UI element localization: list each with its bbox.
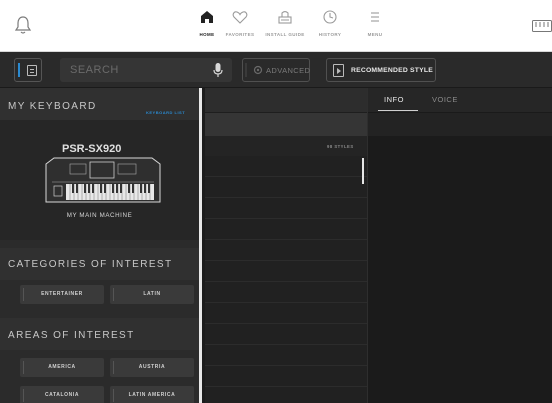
area-chip-america[interactable]: AMERICA (20, 358, 104, 377)
detail-subheader (368, 112, 552, 136)
nav-menu-label: MENU (367, 32, 383, 37)
category-chip-label: LATIN (143, 291, 161, 297)
category-chip-entertainer[interactable]: ENTERTAINER (20, 285, 104, 304)
search-input[interactable] (70, 62, 210, 78)
style-list-subheader (205, 112, 367, 136)
search-field-container (60, 58, 232, 82)
recommended-style-label: RECOMMENDED STYLE (351, 67, 433, 74)
nav-menu[interactable]: MENU (345, 8, 405, 37)
area-chip-label: AMERICA (48, 364, 76, 370)
area-chip-label: LATIN AMERICA (128, 392, 176, 398)
style-list-scrollbar[interactable] (362, 158, 364, 184)
heart-icon (232, 11, 248, 24)
my-main-machine-label: MY MAIN MACHINE (66, 212, 133, 219)
areas-title: AREAS OF INTEREST (8, 330, 135, 341)
style-list-rows[interactable] (205, 156, 367, 403)
microphone-icon[interactable] (212, 62, 224, 78)
categories-title: CATEGORIES OF INTEREST (8, 259, 173, 270)
area-chip-austria[interactable]: AUSTRIA (110, 358, 194, 377)
keyboard-list-link[interactable]: KEYBOARD LIST (146, 110, 185, 115)
sidebar-toggle-button[interactable] (14, 58, 42, 82)
menu-icon (371, 12, 379, 22)
clock-icon (323, 10, 337, 24)
active-tab-indicator (378, 110, 418, 111)
style-list-header (205, 88, 367, 112)
recommended-style-icon (333, 64, 344, 77)
area-chip-label: AUSTRIA (138, 364, 166, 370)
area-chip-catalonia[interactable]: CATALONIA (20, 386, 104, 403)
keyboard-illustration: PSR-SX920 (45, 143, 161, 203)
document-icon (27, 65, 37, 76)
advanced-search-label: ADVANCED (266, 66, 311, 75)
styles-count-label: 98 STYLES (327, 144, 354, 149)
style-detail-panel: INFO VOICE (367, 88, 552, 403)
top-navigation-bar: HOME FAVORITES INSTALL GUIDE HISTORY MEN… (0, 0, 552, 52)
area-chip-latin-america[interactable]: LATIN AMERICA (110, 386, 194, 403)
keyboard-icon[interactable] (532, 20, 552, 32)
style-list-panel (205, 88, 367, 403)
keyboard-model-logo: PSR-SX920 (62, 143, 121, 155)
my-keyboard-title: MY KEYBOARD (8, 101, 97, 112)
tab-voice[interactable]: VOICE (432, 95, 458, 104)
advanced-search-button[interactable]: ADVANCED (242, 58, 310, 82)
bell-icon[interactable] (12, 14, 34, 36)
install-guide-icon (278, 10, 292, 24)
recommended-style-button[interactable]: RECOMMENDED STYLE (326, 58, 436, 82)
tab-info[interactable]: INFO (384, 95, 404, 104)
gear-icon (253, 65, 263, 75)
area-chip-label: CATALONIA (44, 392, 80, 398)
detail-tab-bar: INFO VOICE (368, 88, 552, 112)
category-chip-latin[interactable]: LATIN (110, 285, 194, 304)
category-chip-label: ENTERTAINER (41, 291, 83, 297)
